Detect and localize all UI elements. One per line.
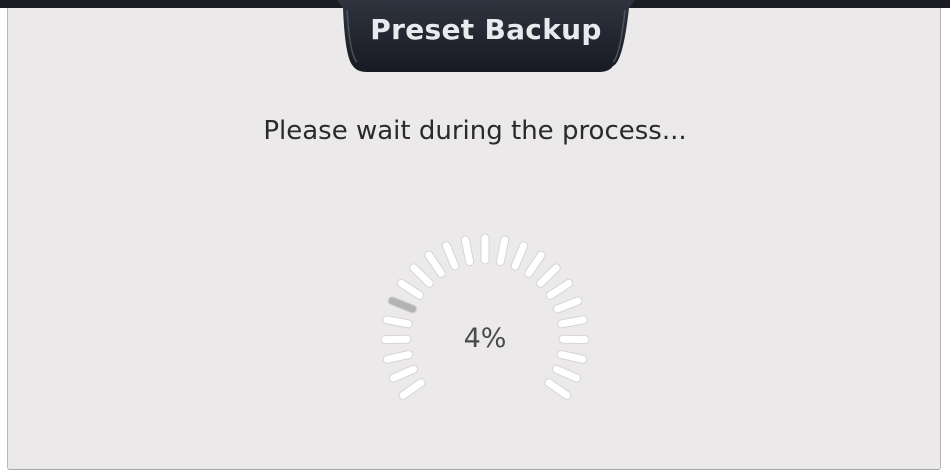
title-tab: Preset Backup	[337, 0, 635, 72]
spinner-segment	[558, 316, 587, 328]
spinner-segment	[496, 236, 509, 266]
spinner-segment	[383, 351, 413, 363]
progress-spinner: 4%	[375, 228, 595, 448]
spinner-segment	[511, 242, 528, 270]
spinner-segment	[383, 316, 412, 328]
spinner-segment	[461, 236, 474, 266]
preset-backup-dialog: Preset Backup Please wait during the pro…	[0, 0, 950, 472]
spinner-segment	[553, 297, 582, 313]
spinner-segment	[389, 365, 418, 382]
spinner-segment	[552, 365, 581, 382]
spinner-segment	[557, 351, 587, 363]
dialog-title: Preset Backup	[370, 13, 602, 46]
progress-percent: 4%	[463, 323, 507, 354]
status-message: Please wait during the process...	[263, 116, 687, 146]
spinner-segment	[442, 242, 459, 270]
spinner-segment	[388, 297, 417, 313]
